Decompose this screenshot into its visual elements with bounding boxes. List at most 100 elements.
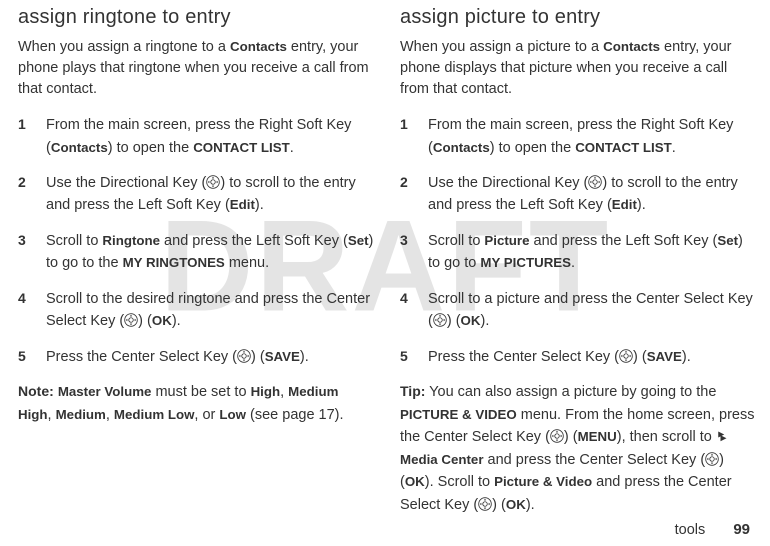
step-item: 5Press the Center Select Key () (SAVE).: [400, 346, 756, 368]
page-columns: assign ringtone to entry When you assign…: [0, 0, 770, 516]
text-bold: SAVE: [265, 349, 300, 364]
text: ). Scroll to: [425, 474, 494, 490]
text: ).: [526, 497, 535, 513]
left-heading: assign ringtone to entry: [18, 6, 374, 29]
step-item: 4Scroll to a picture and press the Cente…: [400, 288, 756, 333]
text: ) (: [633, 349, 647, 365]
text-bold: Picture & Video: [494, 474, 592, 489]
text-bold: Low: [219, 407, 246, 422]
step-item: 5Press the Center Select Key ( ) (SAVE).: [18, 346, 374, 368]
step-body: Scroll to a picture and press the Center…: [428, 288, 756, 333]
step-body: Press the Center Select Key () (SAVE).: [428, 346, 756, 368]
text-bold: Contacts: [51, 140, 108, 155]
right-intro: When you assign a picture to a Contacts …: [400, 37, 756, 100]
step-number: 4: [400, 288, 428, 333]
text-bold: Contacts: [603, 39, 660, 54]
text: ,: [48, 407, 56, 423]
step-number: 3: [400, 230, 428, 275]
text-bold: Edit: [612, 197, 637, 212]
text-bold: CONTACT LIST: [193, 140, 290, 155]
text: ).: [637, 197, 646, 213]
text: and press the Left Soft Key (: [160, 233, 348, 249]
right-column: assign picture to entry When you assign …: [400, 6, 756, 516]
text: Scroll to the desired ringtone and press…: [46, 291, 370, 329]
step-item: 3Scroll to Picture and press the Left So…: [400, 230, 756, 275]
step-item: 1From the main screen, press the Right S…: [400, 114, 756, 159]
text-bold: Edit: [230, 197, 255, 212]
directional-key-icon: [619, 349, 633, 363]
text-bold: OK: [152, 313, 172, 328]
text: ) (: [564, 429, 578, 445]
left-note: Note: Master Volume must be set to High,…: [18, 381, 374, 426]
text: When you assign a picture to a: [400, 39, 603, 55]
text: ).: [255, 197, 264, 213]
directional-key-icon: [433, 313, 447, 327]
directional-key-icon: [588, 175, 602, 189]
step-number: 3: [18, 230, 46, 275]
text: Scroll to: [428, 233, 484, 249]
left-intro: When you assign a ringtone to a Contacts…: [18, 37, 374, 100]
text: Use the Directional Key (: [428, 175, 588, 191]
text: ) (: [251, 349, 265, 365]
directional-key-icon: [478, 497, 492, 511]
text-bold: Master Volume: [58, 384, 152, 399]
footer-page-number: 99: [733, 521, 750, 538]
text-bold: Medium: [56, 407, 106, 422]
text-bold: Set: [717, 233, 738, 248]
step-number: 2: [18, 172, 46, 217]
note-label: Note:: [18, 383, 54, 399]
text: , or: [194, 407, 219, 423]
text: must be set to: [151, 384, 250, 400]
tip-label: Tip:: [400, 383, 425, 399]
step-number: 1: [400, 114, 428, 159]
text: ), then scroll to: [617, 429, 716, 445]
step-number: 5: [18, 346, 46, 368]
step-item: 1From the main screen, press the Right S…: [18, 114, 374, 159]
text: and press the Center Select Key (: [484, 452, 706, 468]
footer-section: tools: [675, 522, 706, 538]
text: Use the Directional Key (: [46, 175, 206, 191]
text: ) (: [492, 497, 506, 513]
text-bold: OK: [461, 313, 481, 328]
step-number: 4: [18, 288, 46, 333]
text: When you assign a ringtone to a: [18, 39, 230, 55]
directional-key-icon: [124, 313, 138, 327]
text-bold: CONTACT LIST: [575, 140, 672, 155]
text: Press the Center Select Key (: [46, 349, 237, 365]
right-heading: assign picture to entry: [400, 6, 756, 29]
media-center-icon: [716, 430, 728, 442]
text: .: [290, 140, 294, 156]
text-bold: Media Center: [400, 452, 484, 467]
text: ) to open the: [108, 140, 193, 156]
text: ,: [280, 384, 288, 400]
step-body: From the main screen, press the Right So…: [428, 114, 756, 159]
right-steps: 1From the main screen, press the Right S…: [400, 114, 756, 368]
left-column: assign ringtone to entry When you assign…: [18, 6, 374, 516]
text: .: [672, 140, 676, 156]
text-bold: MY RINGTONES: [123, 255, 225, 270]
text: ,: [106, 407, 114, 423]
step-body: From the main screen, press the Right So…: [46, 114, 374, 159]
text: ).: [300, 349, 309, 365]
step-body: Use the Directional Key () to scroll to …: [46, 172, 374, 217]
text-bold: PICTURE & VIDEO: [400, 407, 517, 422]
step-number: 2: [400, 172, 428, 217]
text: .: [571, 255, 575, 271]
directional-key-icon: [206, 175, 220, 189]
text: Press the Center Select Key (: [428, 349, 619, 365]
step-body: Use the Directional Key () to scroll to …: [428, 172, 756, 217]
step-body: Scroll to Ringtone and press the Left So…: [46, 230, 374, 275]
step-item: 3Scroll to Ringtone and press the Left S…: [18, 230, 374, 275]
step-number: 1: [18, 114, 46, 159]
directional-key-icon: [237, 349, 251, 363]
step-item: 2Use the Directional Key () to scroll to…: [400, 172, 756, 217]
text: ).: [682, 349, 691, 365]
text: ) (: [447, 313, 461, 329]
text-bold: Medium Low: [114, 407, 195, 422]
step-number: 5: [400, 346, 428, 368]
text-bold: Contacts: [230, 39, 287, 54]
text-bold: Ringtone: [102, 233, 160, 248]
directional-key-icon: [550, 429, 564, 443]
step-item: 2Use the Directional Key () to scroll to…: [18, 172, 374, 217]
text-bold: High: [251, 384, 281, 399]
